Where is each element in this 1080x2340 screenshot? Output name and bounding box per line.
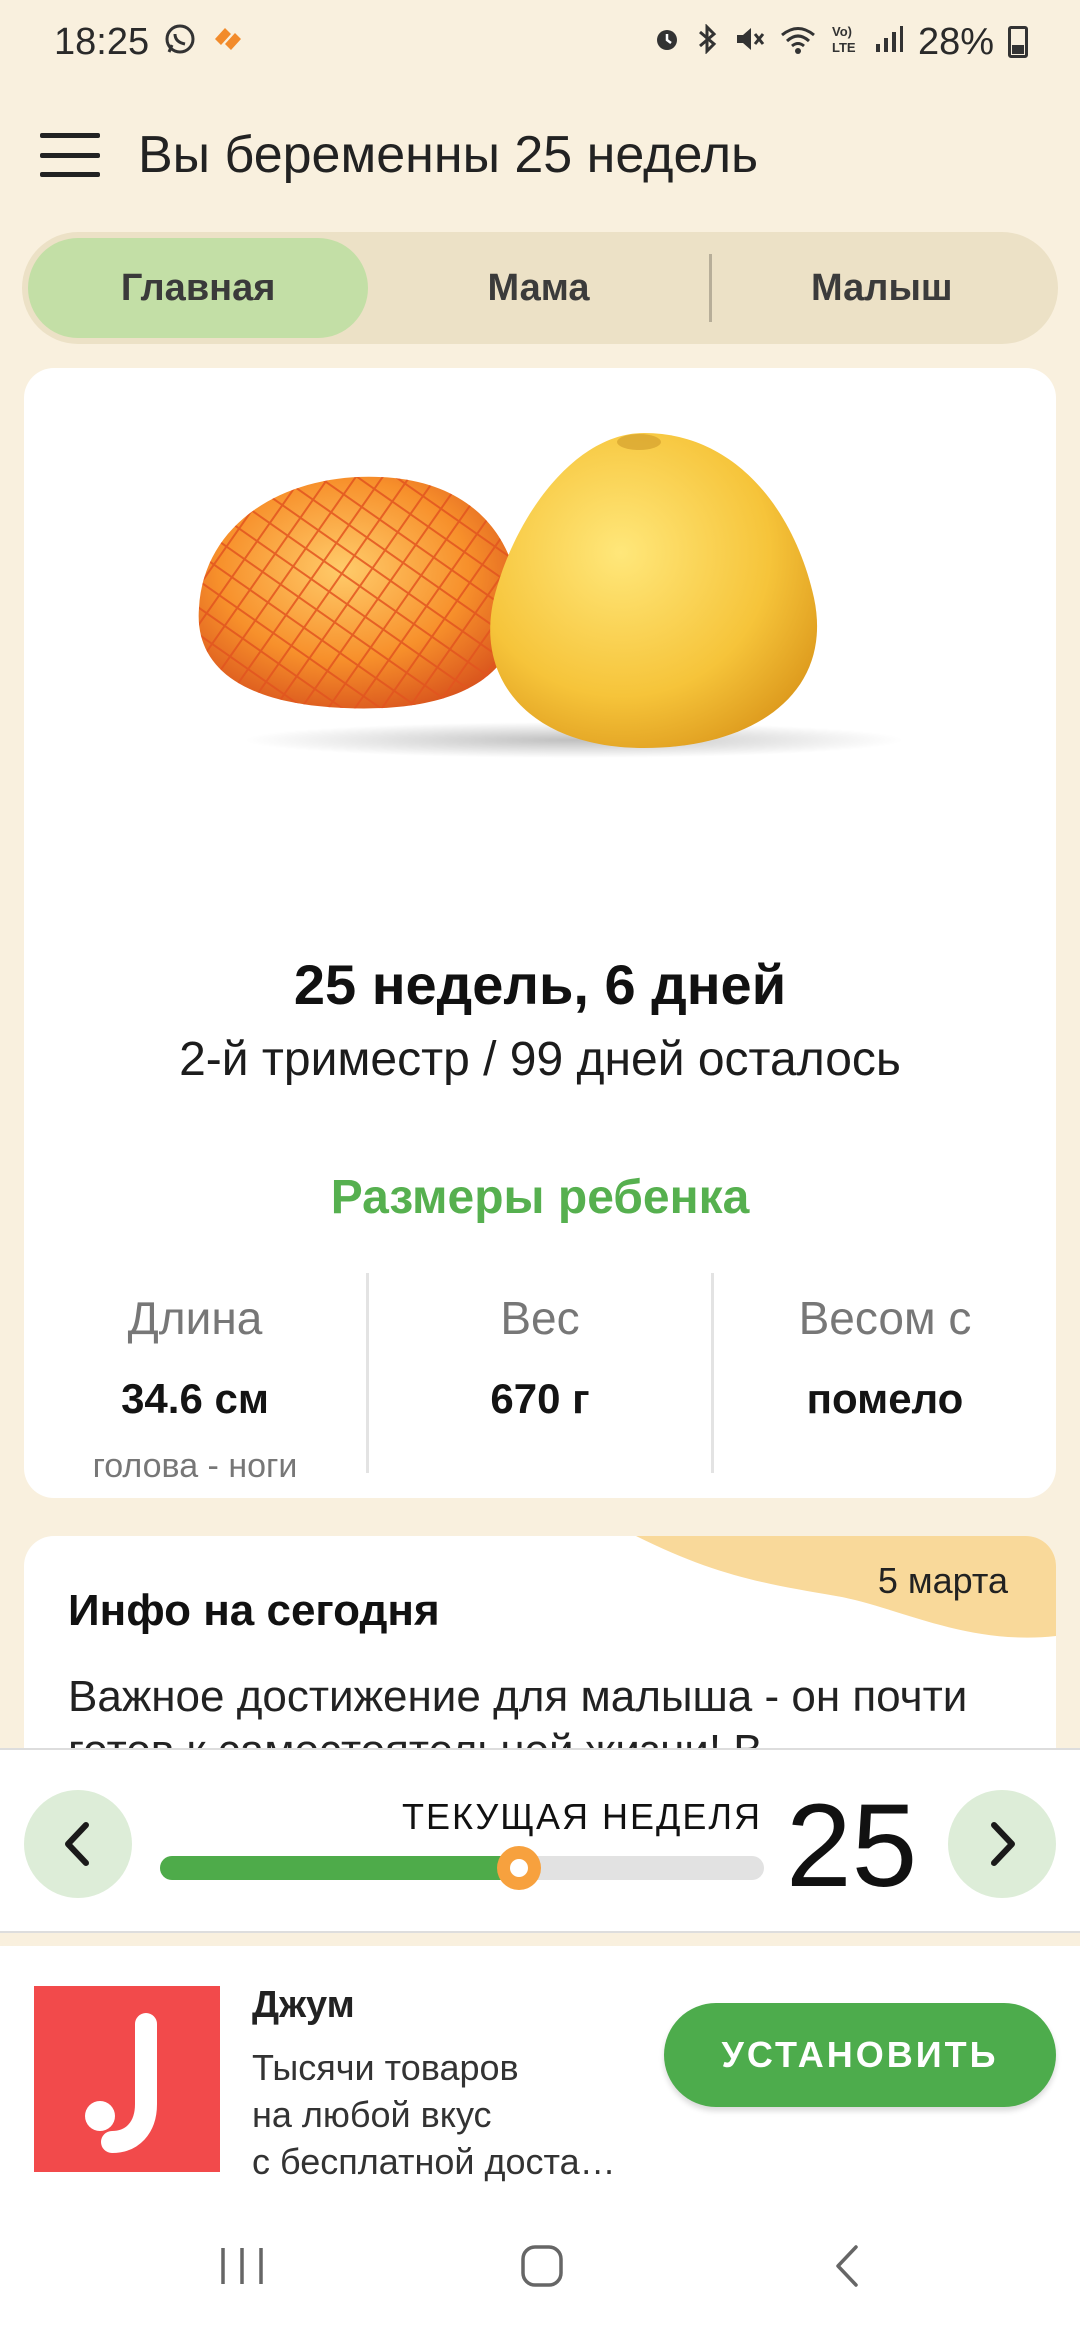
signal-icon bbox=[874, 24, 904, 60]
status-left: 18:25 bbox=[54, 21, 245, 64]
info-title: Инфо на сегодня bbox=[68, 1586, 440, 1635]
ad-line: с бесплатной доста… bbox=[252, 2141, 616, 2182]
home-icon[interactable] bbox=[502, 2226, 582, 2306]
svg-text:Vo): Vo) bbox=[832, 24, 852, 39]
baby-stats: Длина 34.6 см голова - ноги Вес 670 г Ве… bbox=[24, 1273, 1056, 1485]
pomelo-fruit-image bbox=[174, 428, 934, 758]
stat-label: Весом с bbox=[798, 1292, 972, 1344]
tab-bar: Главная Мама Малыш bbox=[22, 232, 1058, 344]
system-navigation-bar bbox=[0, 2186, 1080, 2340]
week-progress-fill bbox=[160, 1856, 520, 1880]
stat-label: Вес bbox=[500, 1292, 580, 1344]
next-week-button[interactable] bbox=[948, 1790, 1056, 1898]
ad-line: Тысячи товаров bbox=[252, 2047, 519, 2088]
alarm-icon bbox=[652, 24, 682, 60]
baby-size-card: 25 недель, 6 дней 2-й триместр / 99 дней… bbox=[24, 368, 1056, 1498]
wifi-icon bbox=[780, 24, 816, 60]
hamburger-menu-icon[interactable] bbox=[40, 133, 100, 177]
stat-sublabel: голова - ноги bbox=[92, 1447, 298, 1485]
trimester-text: 2-й триместр / 99 дней осталось bbox=[179, 1033, 901, 1086]
stat-value: 670 г bbox=[490, 1375, 590, 1422]
bluetooth-icon bbox=[696, 23, 720, 60]
ad-banner[interactable]: Джум Тысячи товаров на любой вкус с бесп… bbox=[0, 1946, 1080, 2186]
svg-text:LTE: LTE bbox=[832, 40, 856, 55]
battery-percentage: 28% bbox=[917, 20, 994, 63]
current-week-label: ТЕКУЩАЯ НЕДЕЛЯ bbox=[402, 1796, 763, 1837]
status-time: 18:25 bbox=[54, 20, 150, 63]
tab-mama[interactable]: Мама bbox=[368, 238, 708, 338]
week-progress-slider[interactable] bbox=[160, 1846, 764, 1890]
stat-length: Длина 34.6 см голова - ноги bbox=[24, 1273, 366, 1485]
volte-icon: Vo) LTE bbox=[830, 22, 860, 62]
tab-baby[interactable]: Малыш bbox=[712, 238, 1052, 338]
previous-week-button[interactable] bbox=[24, 1790, 132, 1898]
stat-comparison: Весом с помело bbox=[711, 1273, 1056, 1473]
week-progress-thumb[interactable] bbox=[497, 1846, 542, 1890]
tab-home[interactable]: Главная bbox=[28, 238, 369, 338]
chevron-left-icon bbox=[65, 1822, 89, 1866]
chevron-right-icon bbox=[991, 1822, 1015, 1866]
week-selector: ТЕКУЩАЯ НЕДЕЛЯ 25 bbox=[0, 1748, 1080, 1933]
battery-icon bbox=[1008, 26, 1028, 58]
stat-label: Длина bbox=[127, 1292, 263, 1344]
ad-line: на любой вкус bbox=[252, 2094, 492, 2135]
mute-icon bbox=[734, 24, 766, 60]
current-week-number: 25 bbox=[786, 1780, 918, 1912]
status-right: Vo) LTE 28% bbox=[652, 21, 1028, 64]
stat-value: 34.6 см bbox=[121, 1375, 269, 1422]
info-date: 5 марта bbox=[877, 1560, 1008, 1601]
whatsapp-icon bbox=[163, 22, 197, 62]
install-button[interactable]: УСТАНОВИТЬ bbox=[664, 2003, 1056, 2107]
recents-icon[interactable] bbox=[202, 2226, 282, 2306]
stat-weight: Вес 670 г bbox=[366, 1273, 711, 1473]
notification-app-icon bbox=[211, 24, 245, 60]
weeks-days-heading: 25 недель, 6 дней bbox=[293, 953, 787, 1016]
joom-logo bbox=[34, 1986, 220, 2172]
baby-sizes-heading: Размеры ребенка bbox=[330, 1171, 750, 1224]
status-bar: 18:25 Vo) LTE 28% bbox=[0, 0, 1080, 84]
app-bar: Вы беременны 25 недель bbox=[0, 110, 1080, 200]
ad-title: Джум bbox=[252, 1984, 355, 2026]
stat-value: помело bbox=[806, 1375, 964, 1422]
page-title: Вы беременны 25 недель bbox=[138, 126, 759, 184]
back-icon[interactable] bbox=[806, 2226, 886, 2306]
ad-description: Тысячи товаров на любой вкус с бесплатно… bbox=[252, 2044, 652, 2185]
